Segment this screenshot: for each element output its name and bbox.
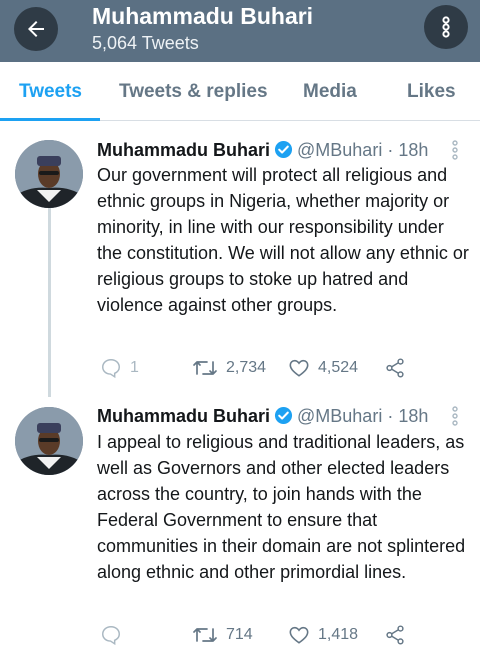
retweet-icon (193, 361, 217, 375)
tab-likes[interactable]: Likes (407, 62, 456, 121)
retweet-icon (193, 628, 217, 642)
tweet-text: I appeal to religious and traditional le… (97, 432, 466, 582)
reply-bubble-icon (102, 359, 120, 379)
separator-dot: · (387, 140, 394, 160)
tweet-actions: 714 1,418 (100, 621, 430, 649)
tab-tweets-replies[interactable]: Tweets & replies (119, 62, 268, 121)
tweet-time: 18h (398, 406, 429, 426)
vertical-dots-icon (452, 406, 458, 426)
heart-icon (289, 359, 309, 377)
tab-tweets[interactable]: Tweets (19, 62, 82, 121)
tweet-header: Muhammadu Buhari @MBuhari · 18h (97, 137, 428, 163)
avatar[interactable] (15, 140, 83, 208)
more-options-button[interactable] (424, 5, 468, 49)
tweet-text: Our government will protect all religiou… (97, 165, 469, 315)
active-tab-indicator (0, 118, 100, 121)
tweet-count: 5,064 Tweets (92, 33, 199, 53)
avatar-portrait-icon (15, 140, 83, 208)
heart-icon (289, 626, 309, 644)
profile-name: Muhammadu Buhari (92, 3, 314, 29)
retweet-button[interactable]: 714 (192, 621, 253, 649)
reply-count: 1 (130, 359, 139, 376)
tweet-time: 18h (398, 140, 429, 160)
reply-button[interactable] (100, 621, 130, 649)
tweet-item[interactable]: Muhammadu Buhari @MBuhari · 18h I appeal … (0, 397, 480, 658)
tweet-menu-button[interactable] (450, 406, 460, 431)
back-button[interactable] (14, 7, 58, 51)
like-button[interactable]: 1,418 (288, 621, 358, 649)
profile-header: Muhammadu Buhari 5,064 Tweets (0, 0, 480, 62)
tweet-header: Muhammadu Buhari @MBuhari · 18h (97, 403, 428, 429)
vertical-dots-icon (452, 140, 458, 160)
retweet-count: 714 (226, 626, 253, 643)
separator-dot: · (387, 406, 394, 426)
like-count: 4,524 (318, 359, 359, 376)
thread-line (48, 208, 51, 397)
author-name[interactable]: Muhammadu Buhari (97, 140, 270, 160)
reply-bubble-icon (102, 626, 120, 646)
reply-button[interactable]: 1 (100, 354, 139, 382)
author-handle[interactable]: @MBuhari (297, 406, 382, 426)
retweet-count: 2,734 (226, 359, 267, 376)
like-button[interactable]: 4,524 (288, 354, 358, 382)
tweet-actions: 1 2,734 4,524 (100, 354, 430, 382)
profile-title-block: Muhammadu Buhari 5,064 Tweets (92, 2, 313, 56)
share-icon (386, 358, 404, 378)
share-button[interactable] (384, 621, 414, 649)
vertical-dots-icon (442, 16, 450, 38)
avatar-portrait-icon (15, 407, 83, 475)
tab-media[interactable]: Media (303, 62, 357, 121)
avatar[interactable] (15, 407, 83, 475)
like-count: 1,418 (318, 626, 359, 643)
author-handle[interactable]: @MBuhari (297, 140, 382, 160)
tweet-item[interactable]: Muhammadu Buhari @MBuhari · 18h Our gover… (0, 122, 480, 397)
profile-tabs: Tweets Tweets & replies Media Likes (0, 62, 480, 121)
arrow-left-icon (28, 21, 44, 37)
share-icon (386, 625, 404, 645)
share-button[interactable] (384, 354, 414, 382)
author-name[interactable]: Muhammadu Buhari (97, 406, 270, 426)
retweet-button[interactable]: 2,734 (192, 354, 266, 382)
